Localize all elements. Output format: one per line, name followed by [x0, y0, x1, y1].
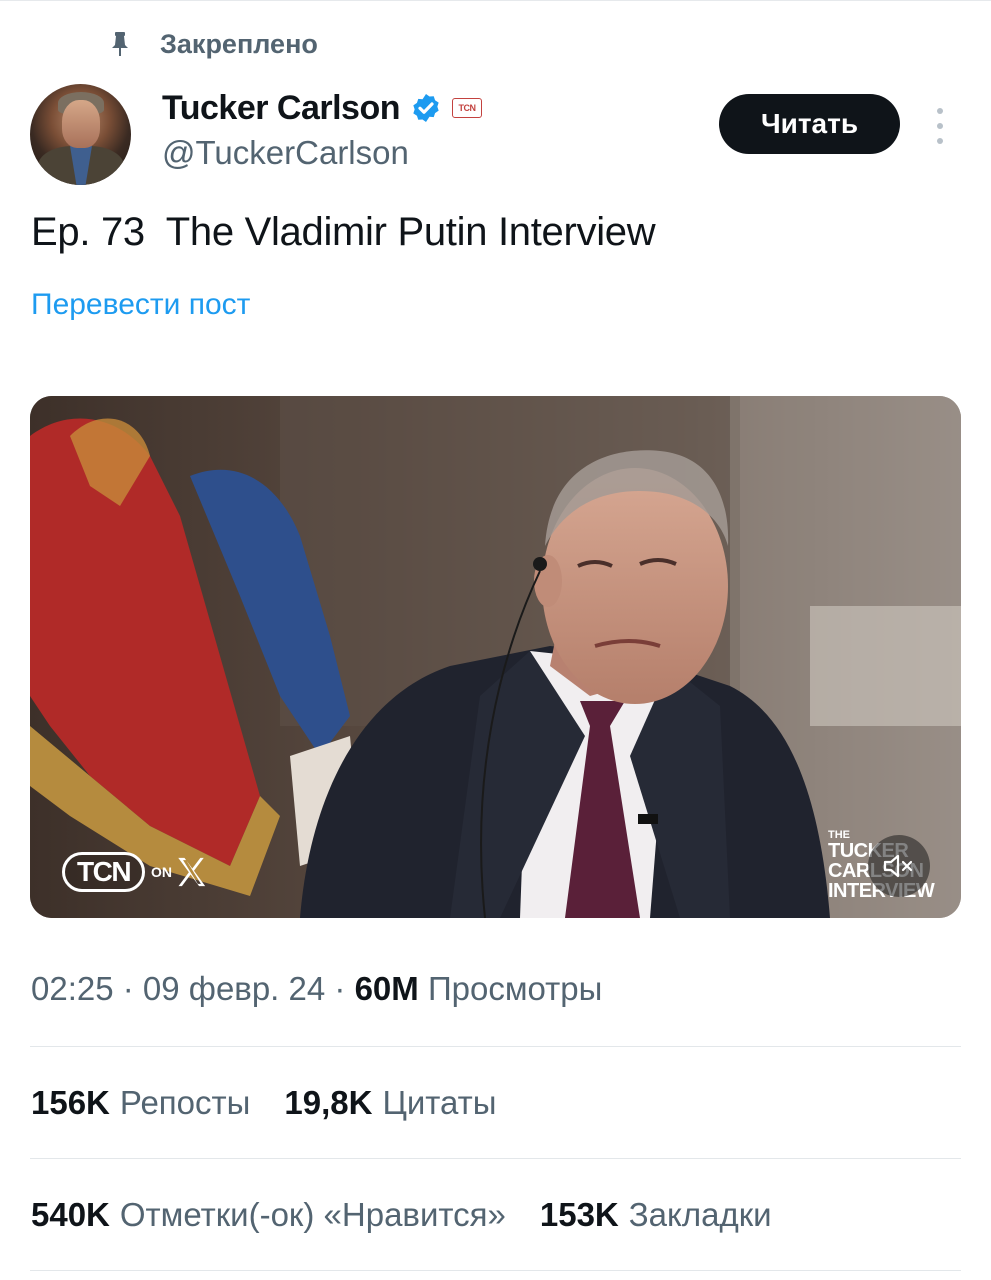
bookmarks-stat[interactable]: 153K Закладки — [540, 1196, 772, 1234]
top-divider — [0, 0, 991, 1]
author-name-row[interactable]: Tucker Carlson TCN — [162, 86, 483, 130]
divider — [30, 1046, 961, 1047]
post-meta: 02:25 · 09 февр. 24 · 60M Просмотры — [31, 970, 603, 1007]
likes-stat[interactable]: 540K Отметки(-ок) «Нравится» — [31, 1196, 506, 1234]
mute-button[interactable] — [868, 835, 930, 897]
stats-row-reposts: 156K Репосты 19,8K Цитаты — [31, 1084, 497, 1122]
quotes-stat[interactable]: 19,8K Цитаты — [284, 1084, 496, 1122]
affiliate-badge-icon[interactable]: TCN — [452, 98, 483, 118]
post-date[interactable]: 09 февр. 24 — [143, 970, 325, 1007]
video-frame — [30, 396, 961, 918]
bookmarks-label: Закладки — [628, 1196, 772, 1233]
speaker-muted-icon — [883, 854, 913, 878]
views-count: 60M — [354, 970, 419, 1007]
bookmarks-count: 153K — [539, 1196, 619, 1233]
likes-label: Отметки(-ок) «Нравится» — [119, 1196, 506, 1233]
likes-count: 540K — [31, 1196, 110, 1233]
post-text: Ep. 73 The Vladimir Putin Interview — [31, 210, 656, 254]
more-vertical-icon[interactable] — [926, 106, 954, 146]
stats-row-likes: 540K Отметки(-ок) «Нравится» 153K Заклад… — [31, 1196, 772, 1234]
translate-post-link[interactable]: Перевести пост — [31, 288, 250, 322]
divider — [30, 1158, 961, 1159]
verified-badge-icon — [413, 94, 439, 122]
follow-button[interactable]: Читать — [719, 94, 900, 154]
reposts-label: Репосты — [119, 1084, 251, 1121]
tcn-on-x-logo: TCN ON — [62, 850, 208, 894]
video-player[interactable]: TCN ON THE TUCKER CARLSON INTERVIEW — [30, 396, 961, 918]
pin-icon — [108, 29, 132, 59]
divider — [30, 1270, 961, 1271]
avatar[interactable] — [30, 84, 131, 185]
reposts-stat[interactable]: 156K Репосты — [31, 1084, 250, 1122]
post-time[interactable]: 02:25 — [31, 970, 114, 1007]
quotes-label: Цитаты — [382, 1084, 497, 1121]
pinned-indicator: Закреплено — [108, 26, 318, 62]
author-handle[interactable]: @TuckerCarlson — [162, 134, 409, 172]
reposts-count: 156K — [31, 1084, 110, 1121]
pinned-label: Закреплено — [160, 28, 318, 59]
x-logo-icon — [178, 857, 206, 887]
author-name[interactable]: Tucker Carlson — [162, 89, 401, 128]
views-label: Просмотры — [427, 970, 603, 1007]
quotes-count: 19,8K — [284, 1084, 373, 1121]
